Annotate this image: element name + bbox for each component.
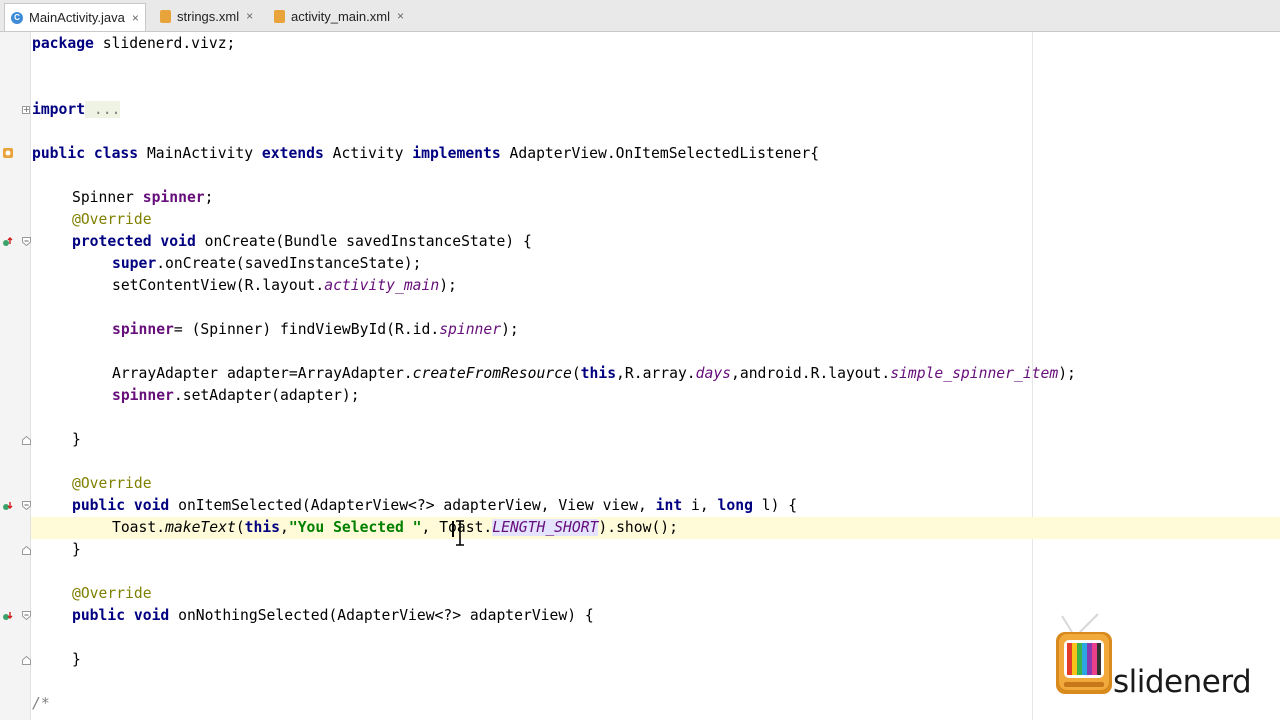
text-caret: [452, 521, 454, 537]
code-line[interactable]: }: [72, 649, 81, 671]
fold-end-icon[interactable]: [22, 656, 31, 665]
code-line[interactable]: }: [72, 429, 81, 451]
code-line[interactable]: public void onItemSelected(AdapterView<?…: [72, 495, 797, 517]
fold-end-icon[interactable]: [22, 546, 31, 555]
java-class-icon: C: [11, 11, 23, 24]
class-marker-icon[interactable]: [2, 147, 14, 159]
override-marker-icon[interactable]: [2, 236, 14, 248]
tab-mainactivity-java[interactable]: C MainActivity.java ×: [4, 3, 146, 31]
code-line[interactable]: super.onCreate(savedInstanceState);: [112, 253, 422, 275]
keyword: int: [655, 497, 683, 514]
code-text: onNothingSelected(AdapterView<?> adapter…: [169, 607, 594, 624]
code-text: ArrayAdapter adapter=ArrayAdapter.: [112, 365, 413, 382]
code-text: .setAdapter(adapter);: [173, 387, 360, 404]
code-text: (: [571, 365, 581, 382]
code-text: i,: [682, 497, 718, 514]
keyword: protected void: [72, 233, 196, 250]
keyword: super: [112, 255, 157, 272]
keyword: public class: [32, 145, 139, 162]
code-text: ,R.array.: [616, 365, 696, 382]
code-line[interactable]: Spinner spinner;: [72, 187, 214, 209]
code-text: l) {: [752, 497, 798, 514]
close-icon[interactable]: ×: [246, 9, 253, 23]
field-name: spinner: [112, 321, 174, 338]
code-line[interactable]: import ...: [32, 99, 121, 121]
code-text: ,: [280, 519, 289, 536]
code-text: Activity: [323, 145, 413, 162]
code-text: ,android.R.layout.: [731, 365, 891, 382]
code-text: );: [501, 321, 519, 338]
code-text: ).show();: [598, 519, 678, 536]
implement-marker-icon[interactable]: [2, 500, 14, 512]
editor-tab-bar: C MainActivity.java × strings.xml × acti…: [0, 0, 1280, 32]
keyword: extends: [261, 145, 324, 162]
code-text: ;: [204, 189, 214, 206]
field-name: spinner: [112, 387, 174, 404]
code-text: setContentView(R.layout.: [112, 277, 325, 294]
code-text: Toast.: [112, 519, 166, 536]
keyword: this: [244, 519, 281, 536]
keyword: long: [717, 497, 753, 514]
keyword: package: [32, 35, 94, 52]
keyword: public void: [72, 497, 170, 514]
xml-file-icon: [274, 9, 285, 23]
code-line[interactable]: ArrayAdapter adapter=ArrayAdapter.create…: [112, 363, 1076, 385]
ibeam-cursor-icon: [456, 520, 464, 546]
code-text: MainActivity: [138, 145, 262, 162]
field-name: spinner: [142, 189, 205, 206]
close-icon[interactable]: ×: [132, 11, 139, 25]
static-field: LENGTH_SHORT: [492, 519, 599, 536]
static-field: spinner: [439, 321, 502, 338]
code-line[interactable]: @Override: [72, 209, 152, 231]
expand-fold-icon[interactable]: +: [22, 106, 30, 114]
code-text: );: [1058, 365, 1076, 382]
folded-imports[interactable]: ...: [85, 101, 121, 118]
implement-marker-icon[interactable]: [2, 610, 14, 622]
keyword: this: [580, 365, 617, 382]
code-line[interactable]: @Override: [72, 583, 152, 605]
xml-file-icon: [160, 9, 171, 23]
collapse-fold-icon[interactable]: [22, 501, 31, 510]
code-line[interactable]: setContentView(R.layout.activity_main);: [112, 275, 457, 297]
tab-label: MainActivity.java: [29, 10, 125, 25]
static-field: days: [695, 365, 732, 382]
keyword: implements: [412, 145, 501, 162]
code-text: Spinner: [72, 189, 143, 206]
code-line[interactable]: /*: [32, 693, 50, 715]
code-line[interactable]: }: [72, 539, 81, 561]
static-field: activity_main: [324, 277, 440, 294]
static-field: simple_spinner_item: [890, 365, 1059, 382]
tab-activity-main-xml[interactable]: activity_main.xml ×: [274, 5, 404, 27]
code-line[interactable]: public class MainActivity extends Activi…: [32, 143, 819, 165]
fold-end-icon[interactable]: [22, 436, 31, 445]
watermark-text: slidenerd: [1113, 664, 1252, 700]
tab-strings-xml[interactable]: strings.xml ×: [160, 5, 253, 27]
code-line[interactable]: Toast.makeText(this,"You Selected ", Toa…: [112, 517, 678, 539]
code-text: onItemSelected(AdapterView<?> adapterVie…: [169, 497, 656, 514]
collapse-fold-icon[interactable]: [22, 611, 31, 620]
code-line[interactable]: spinner= (Spinner) findViewById(R.id.spi…: [112, 319, 519, 341]
code-text: .onCreate(savedInstanceState);: [156, 255, 422, 272]
close-icon[interactable]: ×: [397, 9, 404, 23]
code-line[interactable]: package slidenerd.vivz;: [32, 33, 235, 55]
code-line[interactable]: @Override: [72, 473, 152, 495]
string-literal: "You Selected ": [288, 519, 422, 536]
static-method: createFromResource: [412, 365, 572, 382]
code-text: onCreate(Bundle savedInstanceState) {: [195, 233, 532, 250]
static-method: makeText: [165, 519, 236, 536]
tab-label: strings.xml: [177, 8, 240, 24]
code-text: = (Spinner) findViewById(R.id.: [173, 321, 440, 338]
keyword: public void: [72, 607, 170, 624]
code-line[interactable]: protected void onCreate(Bundle savedInst…: [72, 231, 532, 253]
keyword: import: [32, 101, 86, 118]
code-line[interactable]: public void onNothingSelected(AdapterVie…: [72, 605, 594, 627]
collapse-fold-icon[interactable]: [22, 237, 31, 246]
tab-label: activity_main.xml: [291, 8, 390, 24]
code-line[interactable]: spinner.setAdapter(adapter);: [112, 385, 360, 407]
code-text: slidenerd.vivz;: [93, 35, 236, 52]
code-text: AdapterView.OnItemSelectedListener{: [500, 145, 820, 162]
code-text: (: [235, 519, 245, 536]
code-text: );: [439, 277, 457, 294]
